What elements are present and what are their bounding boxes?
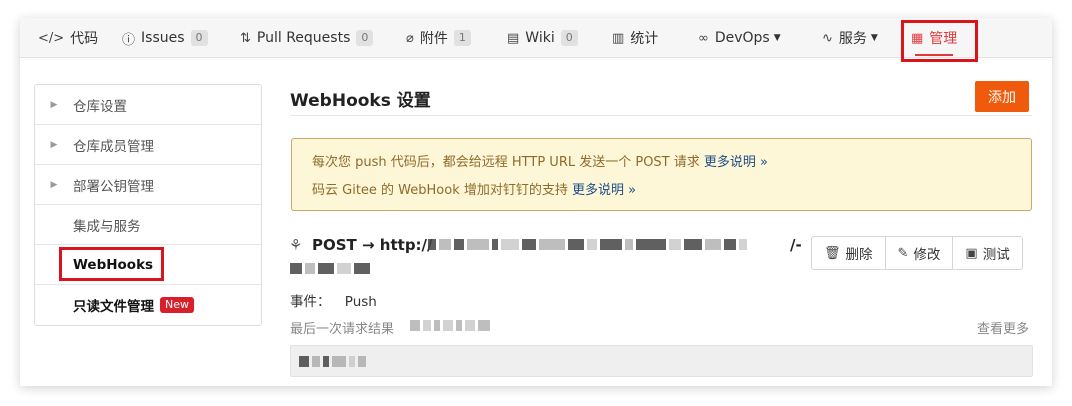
redacted-url-line2 (290, 263, 370, 274)
tab-label: Pull Requests (256, 30, 351, 46)
code-icon: </> (38, 30, 65, 46)
sidebar-item-label: 部署公钥管理 (73, 178, 154, 195)
test-button[interactable]: ▣ 测试 (953, 237, 1021, 269)
event-value: Push (344, 294, 377, 310)
tab-code[interactable]: </> 代码 (38, 18, 98, 58)
button-label: 删除 (845, 247, 873, 263)
notice-line: 每次您 push 代码后，都会给远程 HTTP URL 发送一个 POST 请求… (312, 149, 1011, 177)
webhook-event: 事件： Push (290, 290, 377, 310)
new-badge: New (160, 297, 194, 313)
more-info-link[interactable]: 更多说明 » (704, 155, 768, 170)
tab-label: Issues (141, 30, 185, 46)
tab-count: 0 (560, 30, 578, 46)
event-label: 事件： (290, 294, 331, 310)
tab-attachments[interactable]: ⌀ 附件 1 (406, 18, 471, 58)
webhook-title: POST → http:// (312, 236, 433, 254)
tab-count: 0 (190, 30, 208, 46)
webhook-actions: 🗑 删除 ✎ 修改 ▣ 测试 (811, 236, 1023, 270)
redacted-url (428, 239, 747, 250)
tab-count: 1 (453, 30, 471, 46)
divider (290, 115, 1032, 116)
issue-icon: ⓘ (122, 32, 136, 48)
highlight-box-webhooks (59, 247, 164, 281)
sidebar-item-label: 仓库设置 (73, 98, 127, 115)
more-info-link[interactable]: 更多说明 » (572, 183, 636, 198)
repo-tab-bar: </> 代码 ⓘ Issues 0 ⇅ Pull Requests 0 ⌀ 附件… (20, 18, 1052, 58)
sidebar-item-integrations[interactable]: 集成与服务 (35, 205, 261, 245)
caret-right-icon: ▶ (50, 99, 58, 110)
caret-down-icon: ▼ (870, 33, 878, 43)
tab-statistics[interactable]: ▥ 统计 (612, 18, 658, 58)
tab-devops[interactable]: ∞ DevOps ▼ (698, 18, 781, 58)
sidebar-item-members[interactable]: ▶ 仓库成员管理 (35, 125, 261, 165)
webhook-url-suffix: /- (790, 236, 802, 254)
notice-text: 每次您 push 代码后，都会给远程 HTTP URL 发送一个 POST 请求 (312, 155, 700, 170)
pull-request-icon: ⇅ (240, 30, 251, 46)
webhook-icon: ⚘ (289, 236, 303, 254)
terminal-icon: ▣ (965, 245, 978, 261)
tab-count: 0 (356, 30, 374, 46)
tab-label: Wiki (525, 30, 555, 46)
highlight-box-manage-tab (901, 20, 978, 62)
redacted-result-content (299, 356, 366, 367)
notice-line: 码云 Gitee 的 WebHook 增加对钉钉的支持 更多说明 » (312, 177, 1011, 205)
settings-sidebar: ▶ 仓库设置 ▶ 仓库成员管理 ▶ 部署公钥管理 集成与服务 WebHooks … (34, 84, 262, 326)
sidebar-item-deploy-keys[interactable]: ▶ 部署公钥管理 (35, 165, 261, 205)
see-more-link[interactable]: 查看更多 (977, 318, 1029, 337)
tab-label: DevOps (714, 30, 770, 46)
tab-pull-requests[interactable]: ⇅ Pull Requests 0 (240, 18, 374, 58)
page-card: </> 代码 ⓘ Issues 0 ⇅ Pull Requests 0 ⌀ 附件… (20, 18, 1052, 386)
sidebar-item-label: 仓库成员管理 (73, 138, 154, 155)
tab-label: 附件 (419, 31, 448, 47)
delete-button[interactable]: 🗑 删除 (812, 237, 886, 269)
trash-icon: 🗑 (824, 245, 841, 261)
last-request-label: 最后一次请求结果 (290, 322, 395, 337)
request-result-box (290, 345, 1033, 377)
caret-down-icon: ▼ (773, 33, 781, 43)
button-label: 测试 (982, 247, 1010, 263)
caret-right-icon: ▶ (50, 179, 58, 190)
sidebar-item-label: 只读文件管理 (73, 299, 154, 315)
redacted-request-result (410, 320, 490, 331)
tab-issues[interactable]: ⓘ Issues 0 (122, 18, 208, 58)
edit-button[interactable]: ✎ 修改 (886, 237, 954, 269)
paperclip-icon: ⌀ (406, 30, 414, 46)
webhook-method-url: POST → http:// (312, 236, 433, 254)
book-icon: ▤ (507, 30, 520, 46)
caret-right-icon: ▶ (50, 139, 58, 150)
page-title: WebHooks 设置 (290, 91, 431, 111)
button-label: 修改 (913, 247, 941, 263)
tab-label: 统计 (630, 31, 659, 47)
edit-icon: ✎ (897, 245, 909, 261)
tab-label: 代码 (70, 31, 99, 47)
add-webhook-button[interactable]: 添加 (975, 81, 1029, 112)
sidebar-item-repo-settings[interactable]: ▶ 仓库设置 (35, 85, 261, 125)
tab-label: 服务 (838, 31, 867, 47)
pulse-icon: ∿ (822, 30, 833, 46)
infinity-icon: ∞ (698, 30, 709, 46)
notice-text: 码云 Gitee 的 WebHook 增加对钉钉的支持 (312, 183, 568, 198)
tab-services[interactable]: ∿ 服务 ▼ (822, 18, 878, 58)
info-notice: 每次您 push 代码后，都会给远程 HTTP URL 发送一个 POST 请求… (291, 138, 1032, 211)
bar-chart-icon: ▥ (612, 30, 625, 46)
sidebar-item-label: 集成与服务 (73, 218, 141, 235)
sidebar-item-readonly-files[interactable]: 只读文件管理 New (35, 285, 261, 325)
tab-wiki[interactable]: ▤ Wiki 0 (507, 18, 578, 58)
